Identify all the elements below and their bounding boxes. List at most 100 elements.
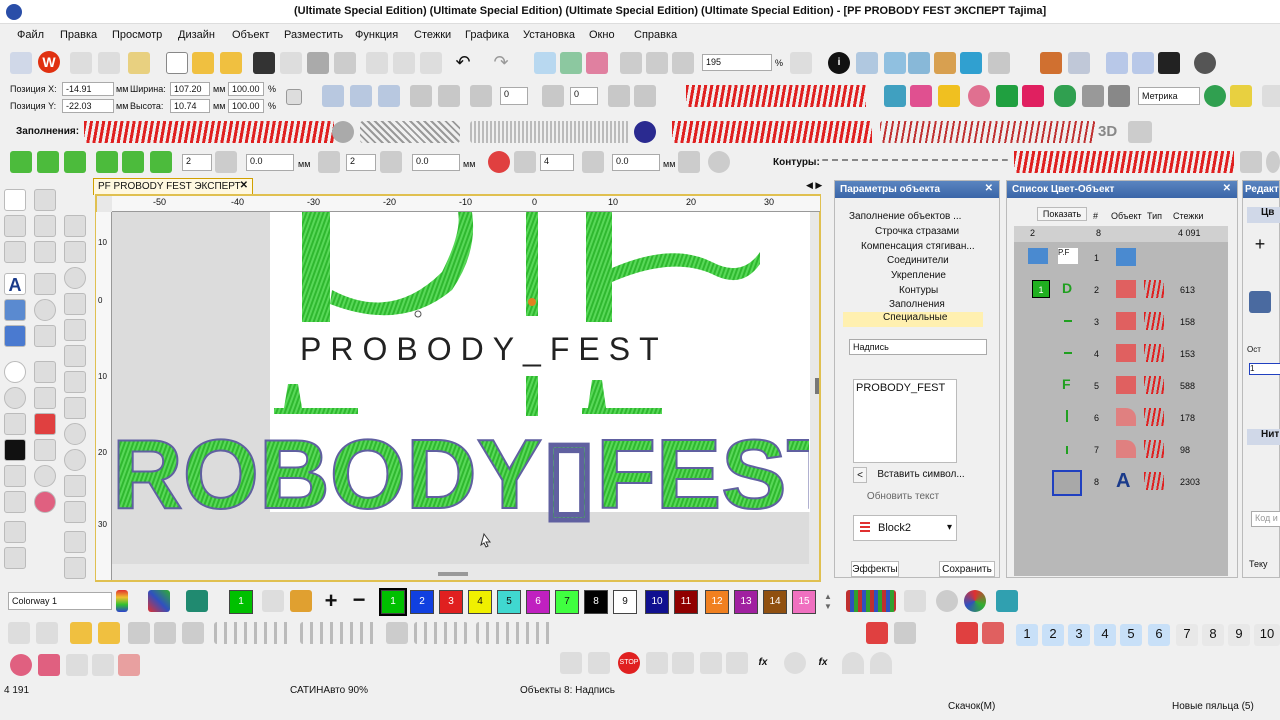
stitch-tool-4-icon[interactable] <box>64 293 86 315</box>
stitch-tool-7-icon[interactable] <box>64 371 86 393</box>
new-file-icon[interactable] <box>166 52 188 74</box>
close-tab-icon[interactable]: ✕ <box>240 180 248 191</box>
color-swatch[interactable]: 14 <box>763 590 787 614</box>
color-swatch[interactable]: 5 <box>497 590 521 614</box>
embroidery-text[interactable]: ROBODY▯FEST <box>112 418 809 530</box>
slash-tool-icon[interactable] <box>904 590 926 612</box>
mirror-v-icon[interactable] <box>350 85 372 107</box>
target-icon[interactable] <box>4 361 26 383</box>
center-line-bottom[interactable] <box>526 376 538 416</box>
color-swatch[interactable]: 3 <box>439 590 463 614</box>
param-tree-item[interactable]: Заполнение объектов ... <box>849 211 961 222</box>
needle-number[interactable]: 6 <box>1148 624 1170 646</box>
monogram-icon[interactable] <box>4 299 26 321</box>
slant-angle-field[interactable]: 0 <box>570 87 598 105</box>
tab-scroll-arrows[interactable]: ◀ ▶ <box>806 180 822 191</box>
stitch-tool-11-icon[interactable] <box>64 475 86 497</box>
circle-array-icon[interactable] <box>488 151 510 173</box>
unlock-icon[interactable] <box>98 622 120 644</box>
rectangle-icon[interactable] <box>34 273 56 295</box>
circle-gray-icon[interactable] <box>936 590 958 612</box>
color-swatch[interactable]: 15 <box>792 590 816 614</box>
table-row[interactable]: F 5 588 <box>1014 372 1228 403</box>
contour-types-red[interactable] <box>1014 151 1234 173</box>
colors-tab[interactable]: Цв <box>1247 207 1280 223</box>
save-button[interactable]: Сохранить <box>939 561 995 577</box>
menu-file[interactable]: Файл <box>17 29 44 41</box>
slant-icon[interactable] <box>542 85 564 107</box>
table-row[interactable]: 6 178 <box>1014 404 1228 435</box>
shape-c-icon[interactable] <box>118 654 140 676</box>
green-circle-icon[interactable] <box>1204 85 1226 107</box>
color-swatch[interactable]: 13 <box>734 590 758 614</box>
home-icon[interactable] <box>10 52 32 74</box>
needle-number[interactable]: 4 <box>1094 624 1116 646</box>
letter-f-swash[interactable] <box>612 252 760 282</box>
color-swatch[interactable]: 12 <box>705 590 729 614</box>
save-machine-icon[interactable] <box>1158 52 1180 74</box>
palette-icon[interactable] <box>148 590 170 612</box>
stitch-tool-8-icon[interactable] <box>64 397 86 419</box>
count-field-3[interactable]: 4 <box>540 154 574 171</box>
lasso-icon[interactable] <box>34 189 56 211</box>
hex-gray-icon[interactable] <box>4 465 26 487</box>
needle-number[interactable]: 5 <box>1120 624 1142 646</box>
settings-gear-icon[interactable] <box>1194 52 1216 74</box>
swatch-scroll-icon[interactable]: ▲ ▼ <box>824 592 832 612</box>
product-icon[interactable] <box>934 52 956 74</box>
color-swatch-selected[interactable]: 1 <box>379 588 407 616</box>
stitch-tool-5-icon[interactable] <box>64 319 86 341</box>
book-icon[interactable] <box>154 622 176 644</box>
hexagon-icon[interactable] <box>4 413 26 435</box>
ungroup-icon[interactable] <box>36 622 58 644</box>
polygon-icon[interactable] <box>34 325 56 347</box>
param-tree-item[interactable]: Компенсация стягиван... <box>861 241 975 252</box>
save-icon[interactable] <box>253 52 275 74</box>
align2-icon[interactable] <box>122 151 144 173</box>
hoop-view-icon[interactable] <box>560 52 582 74</box>
update-text-button[interactable]: Обновить текст <box>855 489 951 505</box>
table-row[interactable]: 3 158 <box>1014 308 1228 339</box>
lock-proportions-icon[interactable] <box>286 89 302 105</box>
stitch-player-icon[interactable] <box>534 52 556 74</box>
stitch-tool-12-icon[interactable] <box>64 501 86 523</box>
skew-icon[interactable] <box>410 85 432 107</box>
trim-icon[interactable] <box>560 652 582 674</box>
tie-icon[interactable] <box>588 652 610 674</box>
shirt-color-icon[interactable] <box>186 590 208 612</box>
stitch-tool-1-icon[interactable] <box>64 215 86 237</box>
scale-width-field[interactable]: 100.00 <box>228 82 264 96</box>
more-icon[interactable] <box>1262 85 1280 107</box>
align-icon[interactable] <box>96 151 118 173</box>
arrows-icon[interactable] <box>182 622 204 644</box>
group-icon[interactable] <box>8 622 30 644</box>
letter-p-bowl[interactable] <box>330 212 474 316</box>
lock-icon[interactable] <box>70 622 92 644</box>
letter-p-stem[interactable] <box>302 212 330 322</box>
castle-icon[interactable] <box>34 413 56 435</box>
document-tab[interactable]: PF PROBODY FEST ЭКСПЕРТ ✕ <box>93 178 253 195</box>
table-row[interactable]: 1 D 2 613 <box>1014 276 1228 307</box>
contour-circle-icon[interactable] <box>1266 151 1280 173</box>
grid-view-icon[interactable] <box>790 52 812 74</box>
tools-icon[interactable] <box>98 52 120 74</box>
stitch-tool-3-icon[interactable] <box>64 267 86 289</box>
thread-code-field[interactable]: Код и <box>1251 511 1280 527</box>
jump-icon[interactable] <box>726 652 748 674</box>
menu-setup[interactable]: Установка <box>523 29 575 41</box>
machine-icon[interactable] <box>620 52 642 74</box>
paint-bucket-icon[interactable] <box>290 590 312 612</box>
colorway-select[interactable]: Colorway 1 <box>8 592 112 610</box>
node-icon[interactable] <box>4 215 26 237</box>
contour-types-gray[interactable] <box>822 159 1008 161</box>
fx2-icon[interactable]: fx <box>812 652 834 674</box>
skew2-icon[interactable] <box>438 85 460 107</box>
cut-icon[interactable] <box>366 52 388 74</box>
reshape-tool-icon[interactable] <box>34 215 56 237</box>
knife-icon[interactable] <box>4 241 26 263</box>
caption-field[interactable]: Надпись <box>849 339 987 355</box>
circle-pattern-icon[interactable] <box>968 85 990 107</box>
spiral-icon[interactable] <box>34 387 56 409</box>
move-v-icon[interactable] <box>37 151 59 173</box>
fill-extra-icon[interactable] <box>1128 121 1152 143</box>
